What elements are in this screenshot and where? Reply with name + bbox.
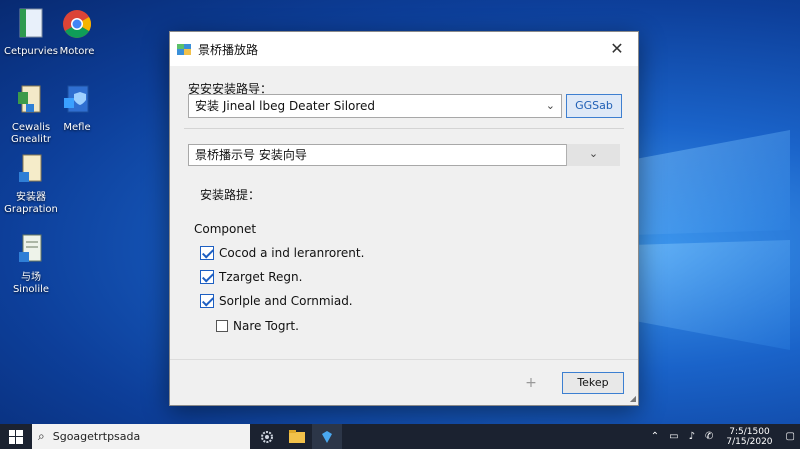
resize-grip-icon[interactable]: ◢ [630,394,636,403]
checkbox[interactable] [200,270,214,284]
action-center-icon[interactable]: ▢ [786,431,795,442]
component-option[interactable]: Nare Togrt. [216,319,299,333]
browse-button[interactable]: GGSab [566,94,622,118]
dialog-footer: + Tekep ◢ [170,359,638,405]
desktop-icon-sinolile[interactable]: 与场 Sinolile [0,232,62,296]
component-label: Sorlple and Cornmiad. [219,294,353,308]
notepad-shortcut-icon [19,234,42,262]
dialog-titlebar[interactable]: 景桥播放路 ✕ [170,32,638,66]
desktop-icon-mefle[interactable]: Mefle [46,82,108,134]
divider [184,128,624,129]
search-text: Sgoagetrtpsada [52,430,141,443]
chevron-up-icon[interactable]: ⌃ [651,431,659,442]
network-icon[interactable]: ▭ [669,431,678,442]
dropdown-button[interactable]: ⌄ [566,144,620,166]
taskbar: ⌕ Sgoagetrtpsada ⌃ ▭ ♪ ✆ 7:5/1500 7/15/2… [0,424,800,449]
document-shortcut-icon [19,154,42,182]
desktop-icon-label: 安装器 [16,192,46,203]
folder-icon [289,430,305,443]
clock[interactable]: 7:5/1500 7/15/2020 [726,427,772,447]
chrome-icon [63,10,91,38]
dialog-title: 景桥播放路 [198,42,259,57]
install-path-label: 安装路提： [200,188,261,202]
add-button[interactable]: + [506,372,556,394]
desktop-icon-label: Mefle [63,122,91,133]
desktop-icon-motore[interactable]: Motore [46,6,108,58]
start-button[interactable] [0,424,32,449]
computer-icon [19,8,43,38]
gear-icon [261,430,273,443]
desktop-icon-label: Cewalis [11,122,51,133]
ok-button[interactable]: Tekep [562,372,624,394]
checkbox[interactable] [200,294,214,308]
component-option[interactable]: Cocod a ind leranrorent. [200,246,364,260]
install-wizard-combobox[interactable]: 景桥播示号 安装向导 [188,144,620,166]
windows-icon [9,429,23,444]
installer-taskbar-button[interactable] [312,424,342,449]
install-source-combobox[interactable]: 安装 Jineal lbeg Deater Silored ⌄ [188,94,562,118]
installer-package-icon [18,85,41,113]
combo-value: 安装 Jineal lbeg Deater Silored [195,99,376,113]
desktop-icon-label: Gnealitr [11,134,51,145]
notification-icon[interactable]: ✆ [705,431,713,442]
installer-icon [322,430,332,443]
component-label: Cocod a ind leranrorent. [219,246,365,260]
desktop-icon-installer[interactable]: 安装器 Grapration [0,152,62,216]
file-explorer-taskbar-button[interactable] [282,424,312,449]
system-tray: ⌃ ▭ ♪ ✆ 7:5/1500 7/15/2020 ▢ [646,424,800,449]
taskbar-search[interactable]: ⌕ Sgoagetrtpsada [32,424,250,449]
chevron-down-icon: ⌄ [588,147,599,160]
app-package-icon [177,44,191,55]
search-icon: ⌕ [38,429,45,443]
components-heading: Componet [194,222,257,236]
setup-shield-icon [64,85,89,113]
component-option[interactable]: Tzarget Regn. [200,270,302,284]
close-icon[interactable]: ✕ [606,38,628,60]
checkbox[interactable] [200,246,214,260]
desktop-icon-label: Grapration [4,204,58,215]
component-option[interactable]: Sorlple and Cornmiad. [200,294,353,308]
settings-gear-icon[interactable] [252,424,282,449]
installer-dialog: 景桥播放路 ✕ 安安安装路导： 安装 Jineal lbeg Deater Si… [169,31,639,406]
component-label: Tzarget Regn. [219,270,303,284]
combo-value: 景桥播示号 安装向导 [195,148,307,162]
volume-icon[interactable]: ♪ [689,431,695,442]
chevron-down-icon: ⌄ [545,99,555,112]
desktop-icon-label: Sinolile [12,284,50,295]
clock-date: 7/15/2020 [726,436,773,447]
checkbox[interactable] [216,320,228,332]
component-label: Nare Togrt. [233,319,299,333]
desktop-icon-label: Motore [59,46,95,57]
clock-time: 7:5/1500 [729,426,770,437]
desktop-icon-label: 与场 [21,272,41,283]
